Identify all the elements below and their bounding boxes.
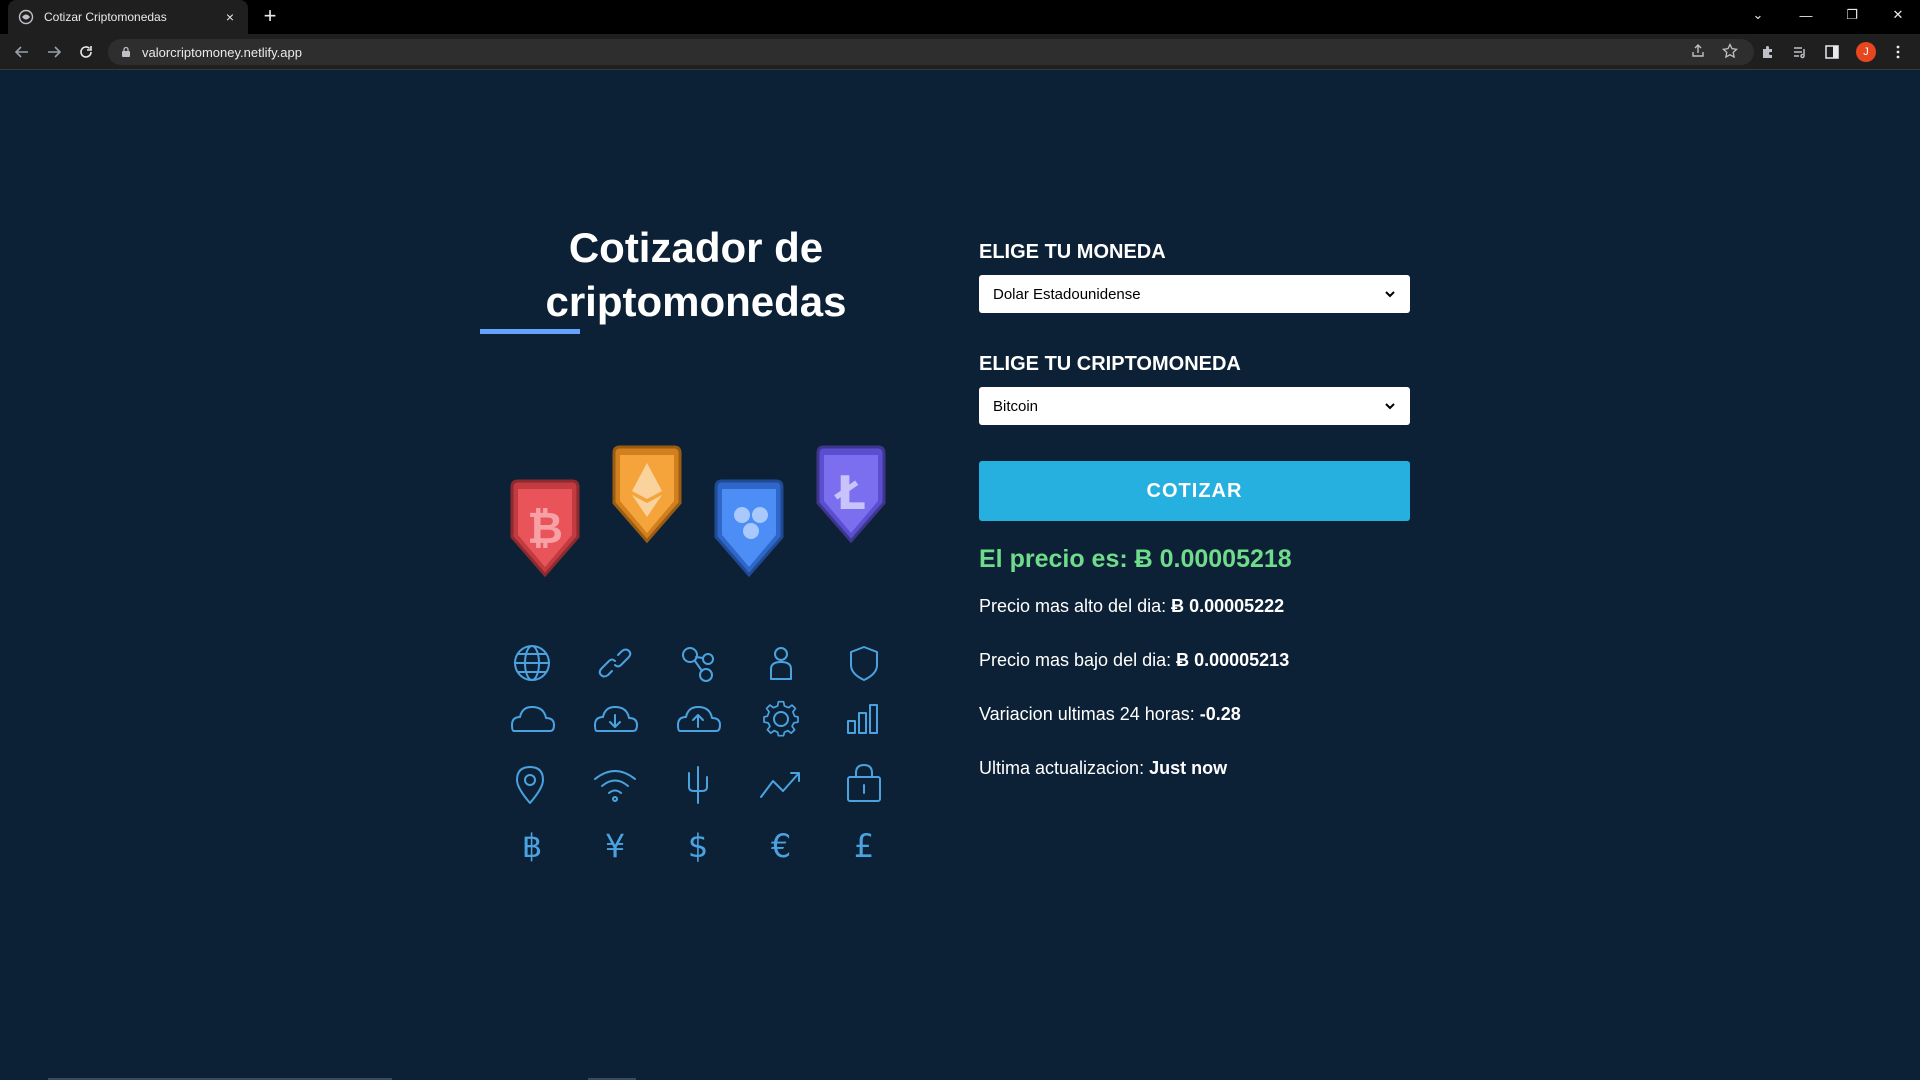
gear-icon bbox=[763, 700, 799, 737]
lock-icon bbox=[120, 46, 132, 58]
yen-symbol-icon: ¥ bbox=[605, 827, 625, 865]
minimize-button[interactable]: — bbox=[1784, 0, 1828, 30]
reading-list-icon[interactable] bbox=[1788, 40, 1812, 64]
forward-icon[interactable] bbox=[42, 40, 66, 64]
bar-chart-icon bbox=[847, 704, 878, 734]
euro-symbol-icon: € bbox=[771, 827, 791, 865]
reload-icon[interactable] bbox=[74, 40, 98, 64]
last-update-label: Ultima actualizacion: bbox=[979, 758, 1150, 778]
last-update-row: Ultima actualizacion: Just now bbox=[979, 741, 1410, 795]
share-icon[interactable] bbox=[1686, 39, 1710, 63]
tab-close-button[interactable]: × bbox=[222, 9, 238, 25]
trend-line-icon bbox=[760, 772, 800, 798]
network-nodes-icon bbox=[682, 647, 714, 682]
title-underline bbox=[480, 329, 580, 334]
cotizar-button-label: Cotizar bbox=[1146, 479, 1243, 502]
shield-icon bbox=[850, 646, 878, 681]
browser-tab-strip: Cotizar Criptomonedas × + ⌄ — ❐ ✕ bbox=[0, 0, 1920, 34]
change-24h-label: Variacion ultimas 24 horas: bbox=[979, 704, 1200, 724]
currency-select-value: Dolar Estadounidense bbox=[993, 285, 1141, 303]
price-result: El precio es: Ƀ 0.00005218 bbox=[979, 539, 1410, 579]
user-icon bbox=[770, 647, 792, 680]
crypto-select-value: Bitcoin bbox=[993, 397, 1039, 415]
litecoin-icon: Ł bbox=[816, 445, 886, 544]
browser-tab[interactable]: Cotizar Criptomonedas × bbox=[8, 0, 248, 34]
tab-title: Cotizar Criptomonedas bbox=[44, 10, 167, 24]
profile-avatar[interactable]: J bbox=[1856, 42, 1876, 62]
high-price-value: Ƀ 0.00005222 bbox=[1171, 596, 1285, 616]
page-title: Cotizador de criptomonedas bbox=[545, 224, 847, 325]
wifi-icon bbox=[594, 770, 636, 802]
change-24h-row: Variacion ultimas 24 horas: -0.28 bbox=[979, 687, 1410, 741]
globe-outline-icon bbox=[514, 645, 550, 681]
high-price-label: Precio mas alto del dia: bbox=[979, 596, 1172, 616]
ripple-icon bbox=[714, 479, 784, 578]
cotizar-button[interactable]: Cotizar bbox=[979, 461, 1410, 521]
svg-text:Ł: Ł bbox=[833, 466, 866, 520]
chevron-down-icon bbox=[1384, 288, 1396, 300]
bitcoin-icon: ₿ bbox=[510, 479, 580, 578]
bitcoin-symbol-icon: ฿ bbox=[522, 827, 542, 865]
low-price-row: Precio mas bajo del dia: Ƀ 0.00005213 bbox=[979, 633, 1410, 687]
dollar-symbol-icon: $ bbox=[688, 827, 708, 865]
bookmark-star-icon[interactable] bbox=[1718, 39, 1742, 63]
svg-text:₿: ₿ bbox=[527, 503, 563, 554]
link-icon bbox=[598, 648, 632, 678]
low-price-value: Ƀ 0.00005213 bbox=[1176, 650, 1290, 670]
cloud-download-icon bbox=[594, 706, 638, 732]
last-update-value: Just now bbox=[1149, 758, 1228, 778]
currency-label: Elige tu moneda bbox=[979, 241, 1166, 263]
high-price-row: Precio mas alto del dia: Ƀ 0.00005222 bbox=[979, 579, 1410, 633]
cloud-icon bbox=[511, 706, 555, 732]
new-tab-button[interactable]: + bbox=[258, 5, 282, 29]
cloud-upload-icon bbox=[677, 706, 721, 732]
url-text: valorcriptomoney.netlify.app bbox=[142, 44, 302, 60]
crypto-label: Elige tu Criptomoneda bbox=[979, 353, 1241, 375]
tab-search-button[interactable]: ⌄ bbox=[1736, 0, 1780, 30]
extensions-icon[interactable] bbox=[1756, 40, 1780, 64]
back-icon[interactable] bbox=[10, 40, 34, 64]
crypto-illustration: ₿ Ł ฿ ¥ $ € £ bbox=[510, 445, 886, 865]
change-24h-value: -0.28 bbox=[1199, 704, 1241, 724]
chevron-down-icon bbox=[1384, 400, 1396, 412]
browser-toolbar: valorcriptomoney.netlify.app J bbox=[0, 34, 1920, 70]
quote-form: Elige tu moneda Dolar Estadounidense Eli… bbox=[979, 241, 1410, 795]
menu-kebab-icon[interactable] bbox=[1886, 40, 1910, 64]
close-window-button[interactable]: ✕ bbox=[1876, 0, 1920, 30]
usb-icon bbox=[688, 766, 708, 804]
page-content: Cotizador de criptomonedas ₿ Ł ฿ ¥ $ € £… bbox=[0, 71, 1920, 1080]
price-label: El precio es: bbox=[979, 545, 1135, 573]
restore-button[interactable]: ❐ bbox=[1830, 0, 1874, 30]
crypto-select[interactable]: Bitcoin bbox=[979, 387, 1410, 425]
side-panel-icon[interactable] bbox=[1820, 40, 1844, 64]
pound-symbol-icon: £ bbox=[854, 827, 874, 865]
globe-icon bbox=[18, 9, 34, 25]
address-bar[interactable]: valorcriptomoney.netlify.app bbox=[108, 39, 1754, 65]
ethereum-icon bbox=[612, 445, 682, 544]
padlock-icon bbox=[847, 764, 881, 802]
location-pin-icon bbox=[516, 766, 544, 804]
currency-select[interactable]: Dolar Estadounidense bbox=[979, 275, 1410, 313]
price-value: Ƀ 0.00005218 bbox=[1134, 545, 1292, 573]
low-price-label: Precio mas bajo del dia: bbox=[979, 650, 1177, 670]
